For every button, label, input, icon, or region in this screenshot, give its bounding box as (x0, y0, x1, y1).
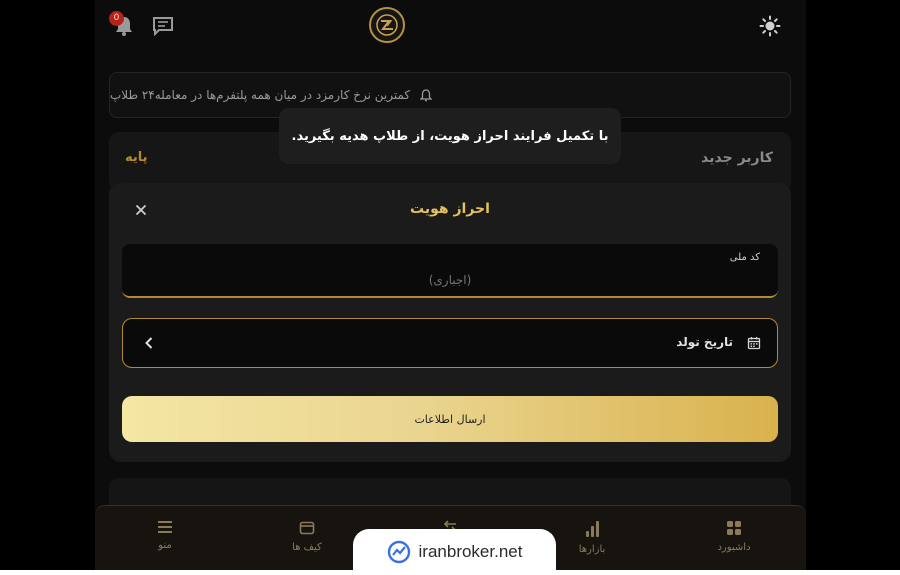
identity-verification-modal: احراز هویت کد ملی تاریخ تولد ا (109, 183, 791, 462)
menu-icon (158, 521, 172, 533)
kyc-reward-tooltip: با تکمیل فرایند احراز هویت، از طلاپ هدیه… (279, 108, 621, 164)
dashboard-icon (727, 521, 741, 535)
nav-label-dashboard: داشبورد (717, 542, 751, 553)
sun-icon (759, 15, 781, 37)
wallet-icon (299, 521, 315, 535)
nav-label-markets: بازارها (578, 544, 606, 555)
national-code-input[interactable] (122, 268, 778, 292)
theme-toggle-button[interactable] (757, 13, 783, 39)
nav-label-wallets: کیف ها (292, 542, 322, 553)
top-bar: 0 (95, 0, 806, 52)
nav-item-dashboard[interactable]: داشبورد (689, 514, 779, 564)
announcement-text: کمترین نرخ کارمزد در میان همه پلتفرم‌ها … (110, 88, 411, 102)
messages-button[interactable] (149, 12, 177, 40)
site-watermark: iranbroker.net (353, 529, 556, 575)
logo-icon (376, 14, 398, 36)
bar-chart-icon (586, 521, 599, 537)
user-level-title: کاربر جدید (701, 150, 773, 166)
bell-icon (420, 88, 433, 101)
birth-date-label: تاریخ تولد (676, 335, 733, 349)
close-button[interactable] (133, 199, 149, 221)
nav-item-wallets[interactable]: کیف ها (262, 514, 352, 564)
nav-item-menu[interactable]: منو (120, 514, 210, 564)
calendar-icon (747, 337, 761, 350)
birth-date-field[interactable]: تاریخ تولد (122, 318, 778, 368)
watermark-text: iranbroker.net (418, 542, 523, 561)
submit-button[interactable]: ارسال اطلاعات (122, 396, 778, 442)
chevron-left-icon (145, 337, 153, 349)
modal-title: احراز هویت (410, 201, 490, 217)
close-icon (135, 204, 147, 216)
user-level-badge: پایه (125, 150, 148, 165)
chart-logo-icon (387, 540, 410, 564)
app-screen: 0 (95, 0, 806, 570)
notification-count-badge: 0 (109, 11, 124, 26)
national-code-label: کد ملی (729, 252, 760, 263)
brand-logo[interactable] (369, 7, 405, 43)
nav-item-markets[interactable]: بازارها (547, 514, 637, 564)
right-margin (806, 0, 900, 570)
chat-icon (153, 17, 173, 36)
national-code-field: کد ملی (122, 244, 778, 298)
nav-label-menu: منو (158, 540, 172, 551)
left-margin (0, 0, 95, 570)
